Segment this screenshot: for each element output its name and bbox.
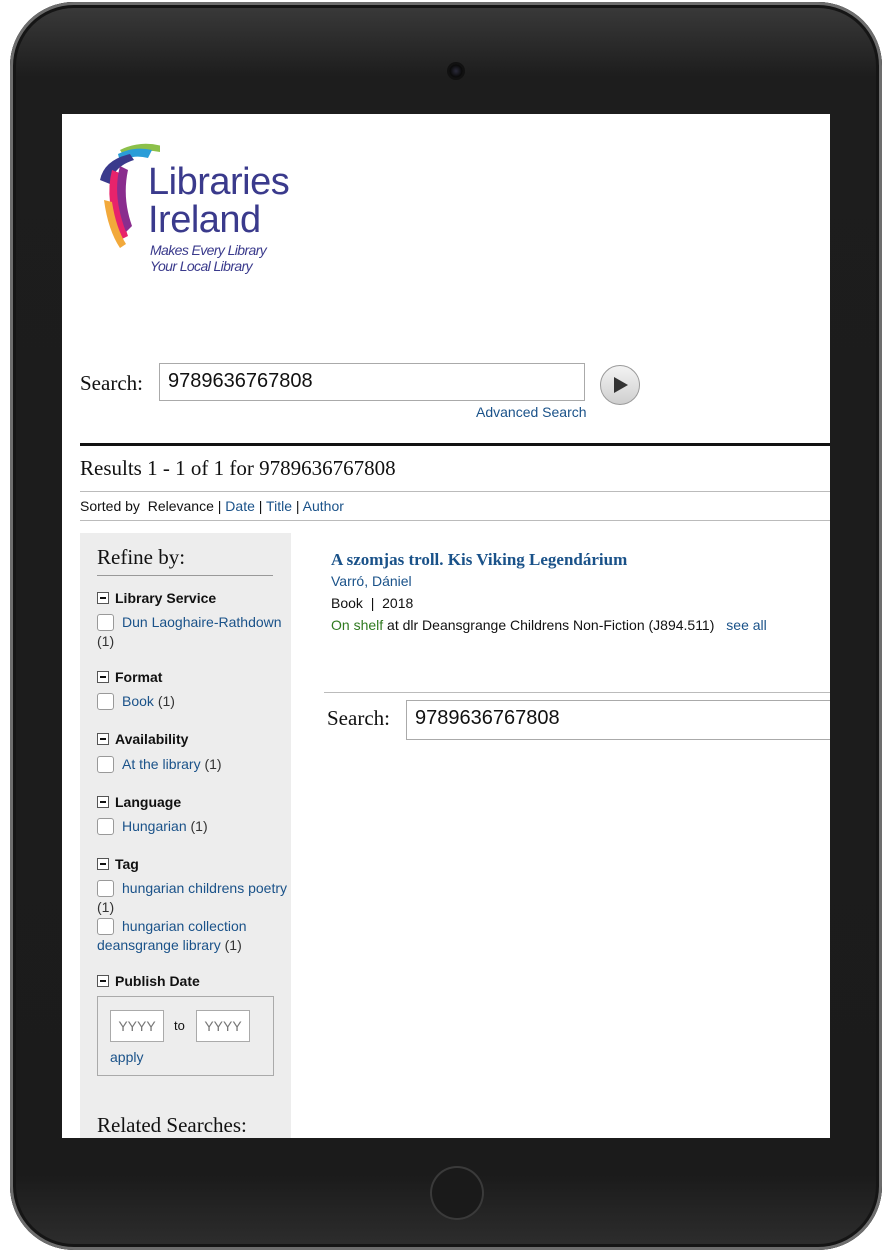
related-searches-heading: Related Searches: <box>97 1113 247 1137</box>
sort-label: Sorted by <box>80 498 140 514</box>
advanced-search-link[interactable]: Advanced Search <box>476 404 587 420</box>
facet-heading: Format <box>115 669 163 685</box>
bottom-search-label: Search: <box>327 706 390 730</box>
availability-status: On shelf <box>331 617 384 633</box>
facet-option-count: (1) <box>157 693 175 709</box>
sort-separator: | <box>258 498 263 514</box>
collapse-icon[interactable] <box>97 975 109 987</box>
home-button[interactable] <box>430 1166 484 1220</box>
result-format: Book <box>331 595 363 611</box>
refine-heading: Refine by: <box>97 545 186 569</box>
facet-heading: Availability <box>115 731 189 747</box>
see-all-link[interactable]: see all <box>726 617 766 633</box>
facet-format[interactable]: Format <box>97 669 162 685</box>
logo-tagline-line2: Your Local Library <box>150 258 253 274</box>
logo-wordmark-line1: Libraries <box>148 161 290 203</box>
date-from-input[interactable]: YYYY <box>110 1010 164 1042</box>
search-label: Search: <box>80 371 143 395</box>
refine-sidebar: Refine by: Library Service Dun Laoghaire… <box>80 533 291 1138</box>
results-heading: Results 1 - 1 of 1 for 9789636767808 <box>80 456 396 480</box>
logo-wordmark-line2: Ireland <box>148 199 261 241</box>
facet-option-count: (1) <box>97 899 115 915</box>
search-submit-button[interactable] <box>600 365 640 405</box>
facet-option-label[interactable]: Dun Laoghaire-Rathdown <box>122 614 282 630</box>
sort-current: Relevance <box>147 498 214 514</box>
header-divider <box>80 443 830 446</box>
collapse-icon[interactable] <box>97 858 109 870</box>
sort-divider <box>80 520 830 521</box>
play-arrow-icon <box>614 377 628 393</box>
facet-option-at-library[interactable]: At the library (1) <box>97 755 289 774</box>
facet-option-count: (1) <box>97 633 115 649</box>
facet-heading: Library Service <box>115 590 217 606</box>
libraries-ireland-logo[interactable]: Libraries Ireland Makes Every Library Yo… <box>90 140 305 280</box>
facet-option-count: (1) <box>190 818 208 834</box>
date-to-input[interactable]: YYYY <box>196 1010 250 1042</box>
results-bottom-divider <box>324 692 830 693</box>
facet-publish-date[interactable]: Publish Date <box>97 973 200 989</box>
refine-divider <box>97 575 273 576</box>
sort-date-link[interactable]: Date <box>225 498 255 514</box>
checkbox[interactable] <box>97 918 114 935</box>
browser-viewport: Libraries Ireland Makes Every Library Yo… <box>62 114 830 1138</box>
result-title-link[interactable]: A szomjas troll. Kis Viking Legendárium <box>331 550 627 570</box>
collapse-icon[interactable] <box>97 733 109 745</box>
checkbox[interactable] <box>97 614 114 631</box>
facet-option-label[interactable]: Hungarian <box>122 818 187 834</box>
result-author-link[interactable]: Varró, Dániel <box>331 573 412 589</box>
facet-option-dun-laoghaire[interactable]: Dun Laoghaire-Rathdown (1) <box>97 613 289 651</box>
result-availability: On shelf at dlr Deansgrange Childrens No… <box>331 617 767 633</box>
facet-heading: Tag <box>115 856 139 872</box>
facet-option-label[interactable]: Book <box>122 693 154 709</box>
facet-option-childrens-poetry[interactable]: hungarian childrens poetry (1) <box>97 879 289 917</box>
collapse-icon[interactable] <box>97 796 109 808</box>
sort-author-link[interactable]: Author <box>303 498 344 514</box>
checkbox[interactable] <box>97 693 114 710</box>
facet-availability[interactable]: Availability <box>97 731 188 747</box>
checkbox[interactable] <box>97 756 114 773</box>
result-format-year: Book | 2018 <box>331 595 413 611</box>
date-to-label: to <box>174 1018 185 1033</box>
sort-title-link[interactable]: Title <box>266 498 292 514</box>
sort-separator: | <box>295 498 300 514</box>
sort-bar: Sorted by Relevance | Date | Title | Aut… <box>80 498 344 514</box>
bottom-search-input[interactable]: 9789636767808 <box>406 700 830 740</box>
facet-heading: Language <box>115 794 182 810</box>
publish-date-range: YYYY to YYYY apply <box>97 996 274 1076</box>
search-bar: Search: 9789636767808 Advanced Search <box>80 363 820 423</box>
facet-option-deansgrange-collection[interactable]: hungarian collection deansgrange library… <box>97 917 289 955</box>
format-separator: | <box>370 595 375 611</box>
checkbox[interactable] <box>97 818 114 835</box>
facet-language[interactable]: Language <box>97 794 181 810</box>
collapse-icon[interactable] <box>97 592 109 604</box>
checkbox[interactable] <box>97 880 114 897</box>
availability-location: at dlr Deansgrange Childrens Non-Fiction… <box>387 617 715 633</box>
tablet-frame: Libraries Ireland Makes Every Library Yo… <box>10 2 882 1250</box>
sort-separator: | <box>217 498 222 514</box>
facet-tag[interactable]: Tag <box>97 856 139 872</box>
facet-option-label[interactable]: At the library <box>122 756 201 772</box>
results-divider <box>80 491 830 492</box>
search-input[interactable]: 9789636767808 <box>159 363 585 401</box>
logo-tagline-line1: Makes Every Library <box>150 242 267 258</box>
collapse-icon[interactable] <box>97 671 109 683</box>
camera-icon <box>449 64 463 78</box>
facet-option-label[interactable]: hungarian childrens poetry <box>122 880 287 896</box>
facet-option-count: (1) <box>204 756 222 772</box>
facet-option-count: (1) <box>224 937 242 953</box>
facet-option-hungarian[interactable]: Hungarian (1) <box>97 817 289 836</box>
facet-option-book[interactable]: Book (1) <box>97 692 289 711</box>
result-year: 2018 <box>382 595 414 611</box>
facet-heading: Publish Date <box>115 973 200 989</box>
facet-library-service[interactable]: Library Service <box>97 590 216 606</box>
date-apply-link[interactable]: apply <box>110 1049 143 1065</box>
